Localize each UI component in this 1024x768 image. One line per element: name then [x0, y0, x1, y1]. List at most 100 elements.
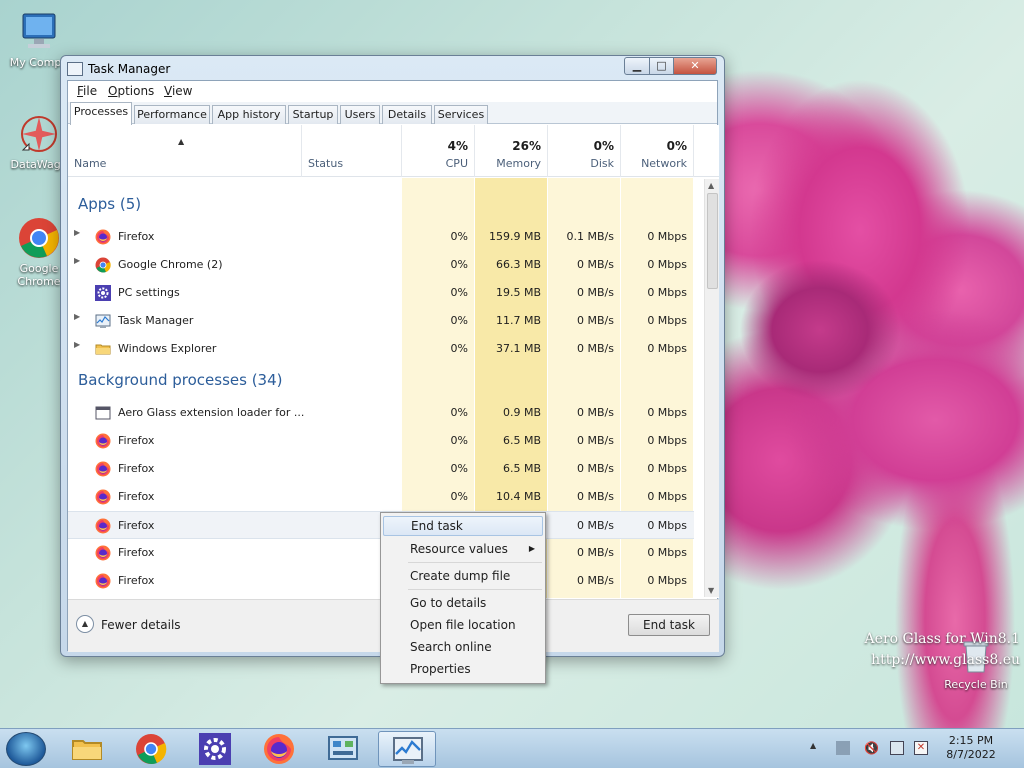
- system-tray: ▲ 🔇 ✕: [800, 729, 930, 768]
- tab-services[interactable]: Services: [434, 105, 488, 124]
- tab-users[interactable]: Users: [340, 105, 380, 124]
- taskbar-button-task-manager[interactable]: [378, 731, 436, 767]
- chevron-up-icon[interactable]: ▲: [810, 741, 824, 755]
- minimize-button[interactable]: ▁: [624, 57, 650, 75]
- menu-view[interactable]: View: [164, 84, 192, 98]
- column-header-row: ▲ Name Status 4% CPU 26% Memory 0% Disk: [68, 125, 719, 177]
- chevron-up-icon[interactable]: ▲: [76, 615, 94, 633]
- volume-muted-icon[interactable]: 🔇: [864, 741, 879, 755]
- table-row[interactable]: ▶ Google Chrome (2) 0% 66.3 MB 0 MB/s 0 Mbps: [68, 251, 694, 279]
- column-header-network[interactable]: 0% Network: [621, 125, 694, 177]
- menu-item-end-task[interactable]: End task: [383, 516, 543, 536]
- expand-arrow-icon[interactable]: ▶: [74, 228, 80, 237]
- cpu-value: 0%: [450, 434, 468, 447]
- expand-arrow-icon[interactable]: ▶: [74, 312, 80, 321]
- group-header: Apps (5): [78, 195, 142, 213]
- expand-arrow-icon[interactable]: ▶: [74, 340, 80, 349]
- column-header-status[interactable]: Status: [302, 125, 402, 177]
- firefox-icon: [95, 229, 111, 245]
- tab-processes[interactable]: Processes: [70, 102, 132, 125]
- tab-performance[interactable]: Performance: [134, 105, 210, 124]
- network-icon[interactable]: [890, 741, 904, 755]
- clock[interactable]: 2:15 PM 8/7/2022: [925, 734, 1017, 762]
- network-value: 0 Mbps: [647, 490, 687, 503]
- task-manager-icon: [95, 313, 111, 329]
- maximize-button[interactable]: □: [649, 57, 674, 75]
- vertical-scrollbar[interactable]: ▲ ▼: [704, 179, 719, 597]
- table-row[interactable]: ▶ Firefox 0% 159.9 MB 0.1 MB/s 0 Mbps: [68, 223, 694, 251]
- process-name: Firefox: [118, 434, 155, 447]
- action-center-icon[interactable]: [836, 741, 850, 755]
- task-manager-icon: [67, 62, 83, 76]
- table-row[interactable]: Firefox 0% 10.4 MB 0 MB/s 0 Mbps: [68, 483, 694, 511]
- table-row[interactable]: PC settings 0% 19.5 MB 0 MB/s 0 Mbps: [68, 279, 694, 307]
- column-label: Memory: [496, 157, 541, 170]
- column-header-cpu[interactable]: 4% CPU: [402, 125, 475, 177]
- memory-value: 0.9 MB: [502, 406, 541, 419]
- window-title: Task Manager: [88, 62, 171, 76]
- tab-app-history[interactable]: App history: [212, 105, 286, 124]
- menu-item-search-online[interactable]: Search online: [383, 637, 543, 657]
- memory-value: 6.5 MB: [502, 462, 541, 475]
- taskbar-button-folder[interactable]: [58, 731, 116, 767]
- table-row[interactable]: Aero Glass extension loader for ... 0% 0.9…: [68, 399, 694, 427]
- process-name: Task Manager: [118, 314, 194, 327]
- fewer-details-link[interactable]: Fewer details: [101, 618, 181, 632]
- chrome-icon: [17, 216, 61, 260]
- column-header-memory[interactable]: 26% Memory: [475, 125, 548, 177]
- computer-icon: [17, 10, 61, 54]
- scroll-up-icon[interactable]: ▲: [708, 181, 714, 190]
- table-row[interactable]: Firefox 0% 6.5 MB 0 MB/s 0 Mbps: [68, 427, 694, 455]
- aero-glass-watermark-line2: http://www.glass8.eu: [871, 652, 1020, 668]
- firefox-icon: [95, 545, 111, 561]
- scroll-down-icon[interactable]: ▼: [708, 586, 714, 595]
- disk-value: 0 MB/s: [577, 490, 614, 503]
- menu-item-go-to-details[interactable]: Go to details: [383, 593, 543, 613]
- network-value: 0 Mbps: [647, 230, 687, 243]
- menu-item-create-dump-file[interactable]: Create dump file: [383, 566, 543, 586]
- table-row[interactable]: ▶ Windows Explorer 0% 37.1 MB 0 MB/s 0 Mbps: [68, 335, 694, 363]
- aero-glass-watermark-line1: Aero Glass for Win8.1: [864, 631, 1020, 647]
- end-task-button[interactable]: End task: [628, 614, 710, 636]
- memory-value: 66.3 MB: [495, 258, 541, 271]
- column-header-disk[interactable]: 0% Disk: [548, 125, 621, 177]
- menu-item-properties[interactable]: Properties: [383, 659, 543, 679]
- column-header-name[interactable]: ▲ Name: [68, 125, 302, 177]
- disk-total: 0%: [593, 139, 614, 153]
- taskbar-button-chrome[interactable]: [122, 731, 180, 767]
- taskbar-button-gear[interactable]: [186, 731, 244, 767]
- process-name: Aero Glass extension loader for ...: [118, 406, 305, 419]
- taskbar-button-firefox[interactable]: [250, 731, 308, 767]
- tab-details[interactable]: Details: [382, 105, 432, 124]
- scrollbar-thumb[interactable]: [707, 193, 718, 289]
- gear-icon: [199, 733, 231, 768]
- memory-value: 19.5 MB: [495, 286, 541, 299]
- gear-icon: [95, 285, 111, 301]
- menu-file[interactable]: File: [77, 84, 97, 98]
- close-button[interactable]: ✕: [673, 57, 717, 75]
- menu-item-resource-values[interactable]: Resource values ▶: [383, 539, 543, 559]
- menu-options[interactable]: Options: [108, 84, 154, 98]
- title-bar[interactable]: Task Manager ▁ □ ✕: [61, 56, 724, 80]
- firefox-icon: [95, 573, 111, 589]
- table-row[interactable]: ▶ Task Manager 0% 11.7 MB 0 MB/s 0 Mbps: [68, 307, 694, 335]
- tab-strip: Processes Performance App history Startu…: [68, 102, 717, 125]
- taskbar-button-control-panel[interactable]: [314, 731, 372, 767]
- disk-value: 0 MB/s: [577, 546, 614, 559]
- menu-item-open-file-location[interactable]: Open file location: [383, 615, 543, 635]
- menu-bar: File Options View: [68, 81, 717, 101]
- datawagon-icon: [17, 112, 61, 156]
- cpu-value: 0%: [450, 462, 468, 475]
- firefox-icon: [263, 733, 295, 768]
- start-button[interactable]: [6, 732, 46, 766]
- disk-value: 0 MB/s: [577, 314, 614, 327]
- table-row[interactable]: Firefox 0% 6.5 MB 0 MB/s 0 Mbps: [68, 455, 694, 483]
- expand-arrow-icon[interactable]: ▶: [74, 256, 80, 265]
- folder-icon: [71, 733, 103, 768]
- memory-value: 10.4 MB: [495, 490, 541, 503]
- firefox-icon: [95, 518, 111, 534]
- memory-value: 6.5 MB: [502, 434, 541, 447]
- firefox-icon: [95, 461, 111, 477]
- tab-startup[interactable]: Startup: [288, 105, 338, 124]
- disk-value: 0 MB/s: [577, 519, 614, 532]
